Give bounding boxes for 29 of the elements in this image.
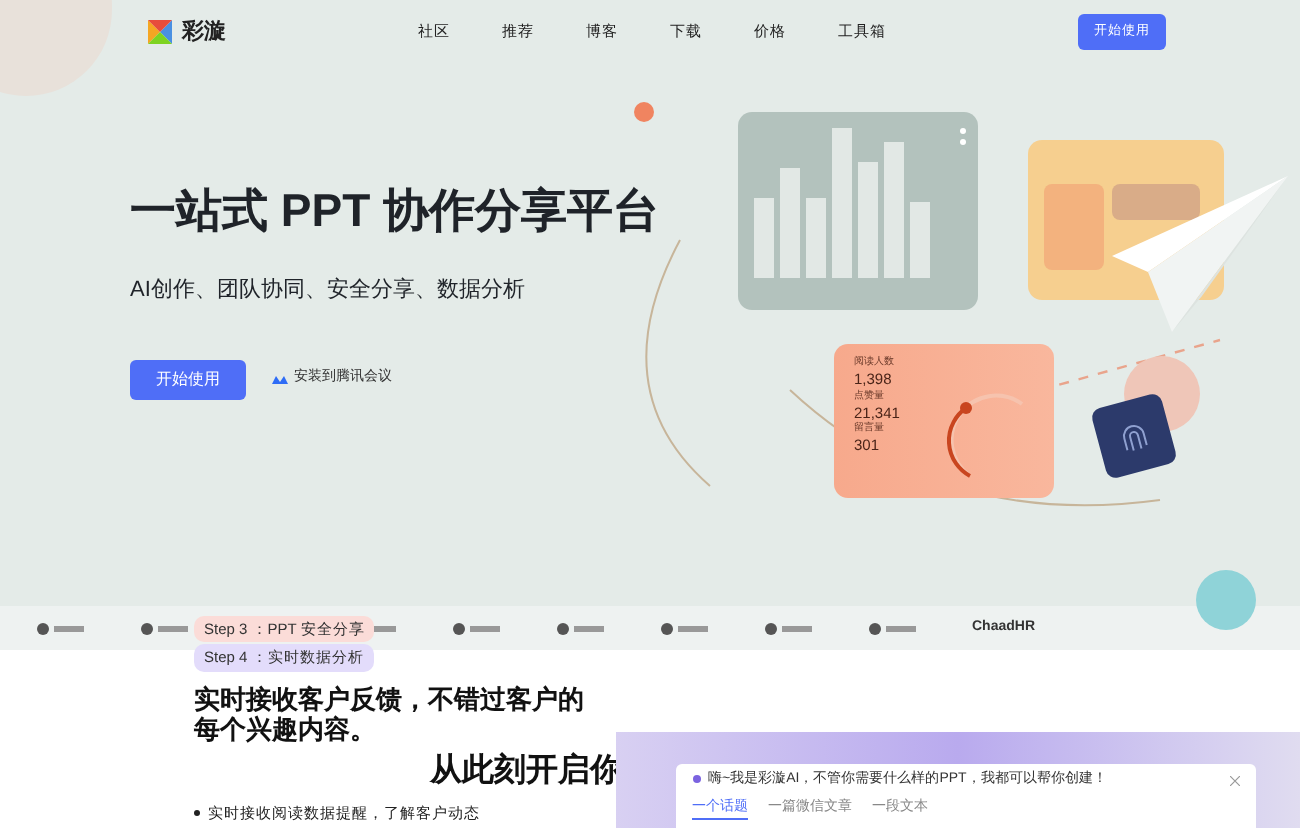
image-block	[1044, 184, 1104, 270]
meeting-icon	[272, 374, 288, 384]
gauge-drawing	[946, 388, 1026, 480]
section-paragraph: 实时接收客户反馈，不错过客户的每个兴趣内容。	[194, 684, 586, 744]
chart-bar	[858, 162, 878, 278]
brand-name: 彩漩	[182, 17, 226, 48]
chart-bar	[780, 168, 800, 278]
start-button[interactable]: 开始使用	[130, 359, 246, 399]
pin-icon	[692, 774, 702, 787]
bullet-icon	[194, 810, 200, 817]
text-block	[1112, 184, 1200, 220]
partner-logo-icon	[660, 621, 708, 635]
more-icon[interactable]	[960, 128, 966, 146]
hero-subtitle: AI创作、团队协同、安全分享、数据分析	[130, 275, 525, 306]
chart-bar	[754, 198, 774, 278]
hero-title: 一站式 PPT 协作分享平台	[130, 188, 660, 234]
partner-logo-icon	[36, 621, 84, 635]
partner-logo-icon	[140, 621, 188, 635]
partner-logo-icon	[452, 621, 500, 635]
partner-logo-icon	[868, 621, 916, 635]
close-icon[interactable]	[1230, 775, 1240, 786]
partner-logo-icon	[764, 621, 812, 635]
partner-logo-icon	[556, 621, 604, 635]
logo-icon	[146, 18, 174, 46]
circle-decoration	[1196, 570, 1256, 630]
chart-bar	[884, 142, 904, 278]
chart-bar	[806, 198, 826, 278]
chart-bar	[910, 202, 930, 278]
dot-decoration	[634, 102, 654, 122]
